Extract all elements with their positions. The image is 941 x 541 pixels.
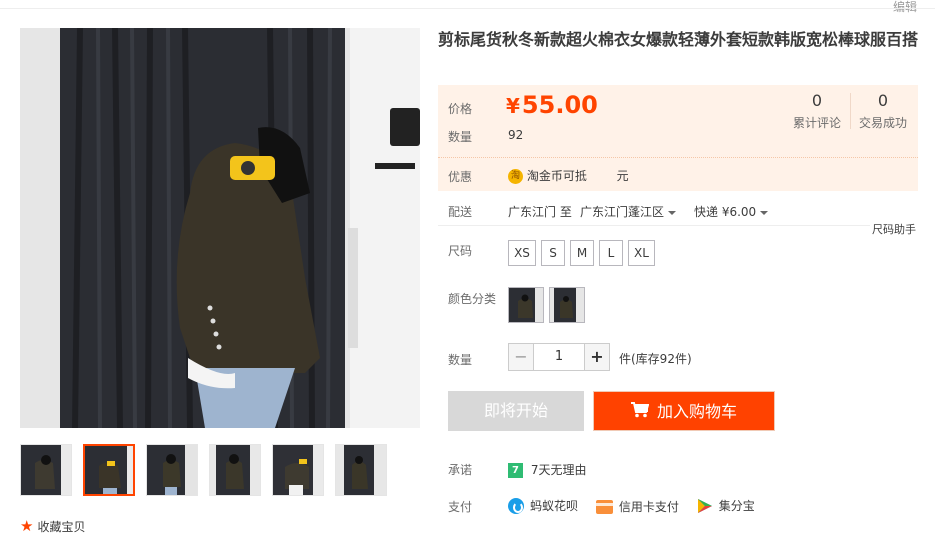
payment-card-label: 信用卡支付 [618,500,679,514]
thumbnail-4[interactable] [209,444,261,496]
quantity-increase-button[interactable]: + [584,343,610,371]
quantity-decrease-button[interactable]: − [508,343,534,371]
payment-huabei-label: 蚂蚁花呗 [530,499,579,513]
payment-jifenbao-label: 集分宝 [718,499,755,513]
seven-day-return-icon: 7 [508,463,523,478]
destination-text: 广东江门蓬江区 [580,205,665,219]
transactions-stat[interactable]: 0 交易成功 [858,91,908,131]
chevron-down-icon [760,210,769,215]
promo-label: 优惠 [448,170,473,184]
promise-row: 承诺 7 7天无理由 [438,461,918,479]
currency-symbol: ¥ [506,94,520,118]
payment-huabei[interactable]: 蚂蚁花呗 [508,497,578,514]
thumbnail-image [147,445,197,495]
credit-card-icon [595,499,613,514]
product-title: 剪标尾货秋冬新款超火棉衣女爆款轻薄外套短款韩版宽松棒球服百搭 [438,30,919,49]
stat-divider [850,93,851,129]
transactions-label: 交易成功 [858,116,907,130]
color-swatch-1[interactable] [508,287,544,323]
promo-row: 优惠 淘 淘金币可抵 元 [438,157,918,191]
color-swatch-image [509,288,543,322]
size-option-s[interactable]: S [541,240,565,266]
sold-label: 数量 [448,130,473,144]
size-option-xl[interactable]: XL [628,240,655,266]
shipping-label: 配送 [448,205,473,219]
price-panel: 价格 ¥55.00 数量 92 0 累计评论 0 交易成功 [438,85,918,157]
shipping-method-select[interactable]: 快递 ¥6.00 [694,203,769,220]
star-icon: ★ [20,517,34,535]
thumbnail-image [21,445,71,495]
thumbnail-5[interactable] [272,444,324,496]
price-value: ¥55.00 [506,91,598,119]
favorite-button[interactable]: ★ 收藏宝贝 [20,518,85,535]
jifenbao-icon [697,498,713,514]
price-amount: 55.00 [521,91,598,119]
top-divider [0,8,935,9]
taojinbi-coin-icon: 淘 [508,169,523,184]
reviews-stat[interactable]: 0 累计评论 [792,91,842,131]
shipping-method-text: 快递 ¥6.00 [694,205,757,219]
chevron-down-icon [668,210,677,215]
thumbnail-2[interactable] [83,444,135,496]
size-helper-link[interactable]: 尺码助手 [870,221,916,237]
color-row: 颜色分类 [438,287,918,325]
payment-label: 支付 [448,500,473,514]
buy-now-button[interactable]: 即将开始 [448,391,584,431]
color-swatch-2[interactable] [549,287,585,323]
quantity-row: 数量 − 1 + 件(库存92件) [438,343,918,371]
shipping-divider [438,225,916,226]
reviews-count: 0 [811,91,823,110]
thumbnail-1[interactable] [20,444,72,496]
size-label: 尺码 [448,244,473,258]
payment-row: 支付 蚂蚁花呗 信用卡支付 集分宝 [438,497,918,515]
quantity-input[interactable]: 1 [534,343,584,371]
payment-credit-card[interactable]: 信用卡支付 [595,498,679,515]
promo-value: 淘 淘金币可抵 元 [508,167,629,184]
size-option-xs[interactable]: XS [508,240,536,266]
thumbnail-image [336,445,386,495]
size-option-l[interactable]: L [599,240,623,266]
reviews-label: 累计评论 [792,116,841,130]
thumbnail-image [210,445,260,495]
huabei-icon [508,497,524,514]
stock-text: 件(库存92件) [619,352,692,366]
size-option-m[interactable]: M [570,240,594,266]
transactions-count: 0 [877,91,889,110]
quantity-stepper: − 1 + [508,343,610,371]
promise-text: 7天无理由 [530,463,587,477]
shipping-from: 广东江门 至 [508,205,572,219]
thumbnail-image [273,445,323,495]
promo-text: 淘金币可抵 [526,169,587,183]
price-label: 价格 [448,102,473,116]
add-to-cart-button[interactable]: 加入购物车 [593,391,775,431]
thumbnail-3[interactable] [146,444,198,496]
sold-count: 92 [508,128,524,142]
thumbnail-strip [20,444,420,496]
size-row: 尺码 XS S M L XL [438,240,918,268]
payment-methods: 蚂蚁花呗 信用卡支付 集分宝 [508,497,769,517]
main-product-image[interactable] [20,28,420,428]
quantity-label: 数量 [448,353,473,367]
promise-label: 承诺 [448,463,473,477]
thumbnail-6[interactable] [335,444,387,496]
promo-unit: 元 [616,169,629,183]
promise-value[interactable]: 7 7天无理由 [508,461,586,478]
shipping-destination-select[interactable]: 广东江门蓬江区 [580,203,677,220]
thumbnail-image [85,446,133,494]
payment-jifenbao[interactable]: 集分宝 [697,497,755,514]
favorite-label: 收藏宝贝 [37,520,86,534]
add-to-cart-label: 加入购物车 [656,402,737,421]
color-swatch-image [550,288,584,322]
shopping-cart-icon [630,393,650,433]
product-photo [20,28,420,428]
color-label: 颜色分类 [448,292,497,306]
